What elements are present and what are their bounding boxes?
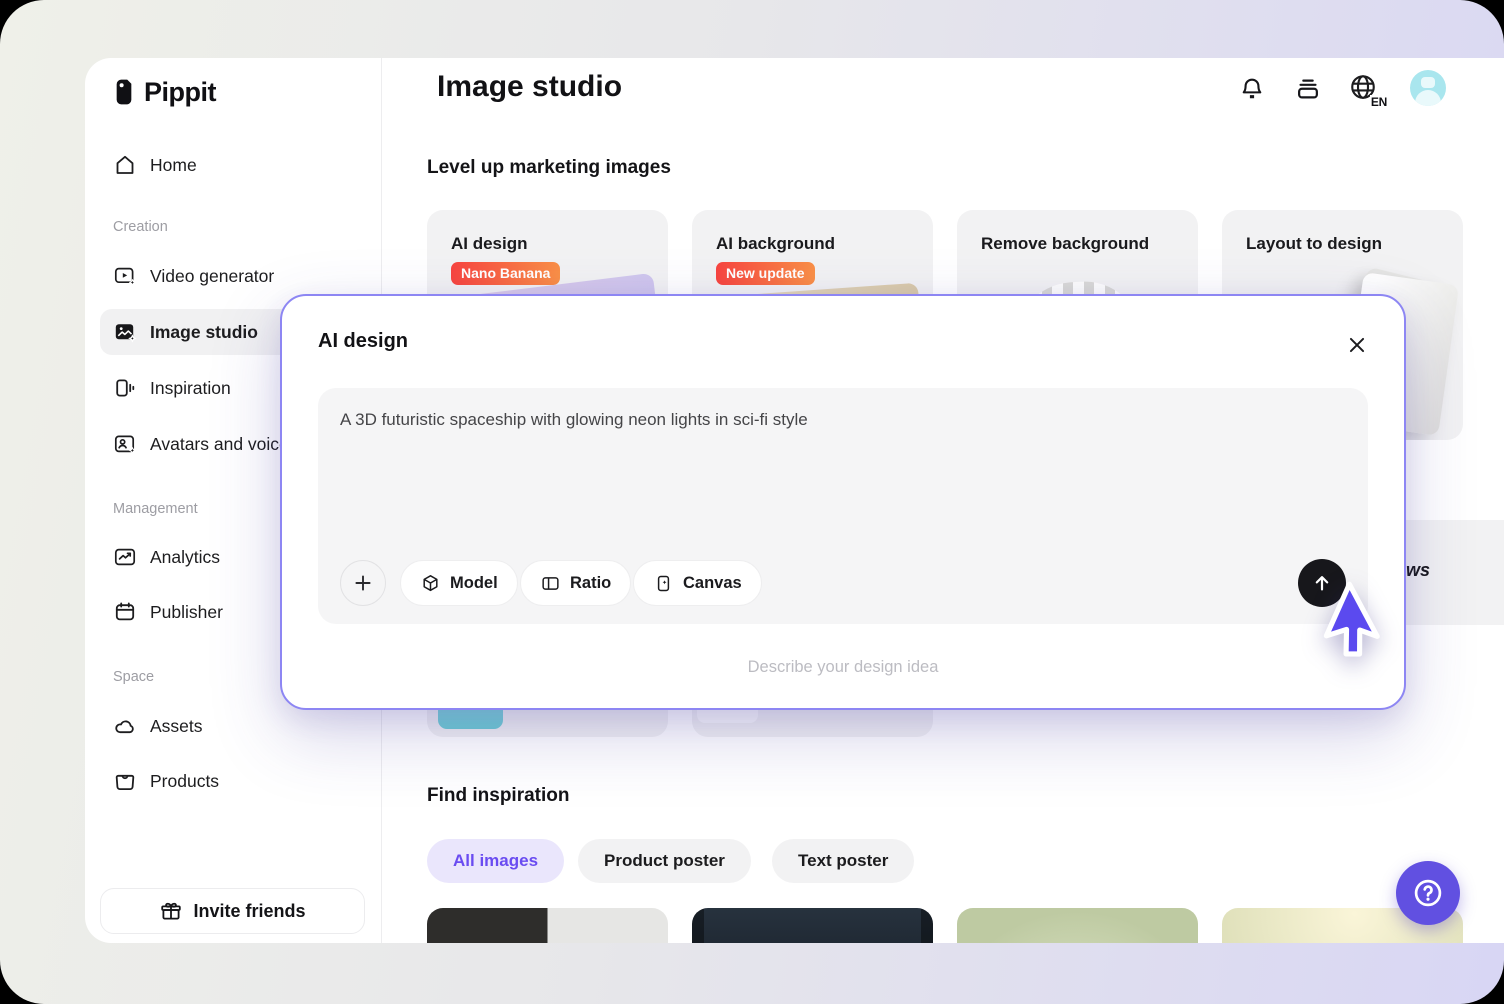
ratio-label: Ratio <box>570 574 611 593</box>
sidebar-item-label: Inspiration <box>150 378 231 399</box>
brand-name: Pippit <box>144 77 216 108</box>
close-icon <box>1344 332 1370 358</box>
modal-title: AI design <box>318 330 408 353</box>
drawer-button[interactable] <box>1294 75 1322 103</box>
card-badge: Nano Banana <box>451 262 560 285</box>
sidebar-item-label: Analytics <box>150 547 220 568</box>
pippit-logo-icon <box>113 77 135 107</box>
prompt-hint: Describe your design idea <box>282 658 1404 677</box>
partial-card-label: ws <box>1406 560 1430 581</box>
language-label: EN <box>1370 95 1388 109</box>
cloud-icon <box>113 714 137 738</box>
canvas-icon <box>653 573 674 594</box>
invite-friends-button[interactable]: Invite friends <box>100 888 365 934</box>
sidebar-group-space: Space <box>113 669 154 685</box>
screen: Pippit Home Creation Video generator Ima… <box>0 0 1504 1004</box>
avatar-figure <box>1421 77 1435 88</box>
inspiration-image[interactable] <box>427 908 668 943</box>
question-icon <box>1411 876 1445 910</box>
card-label: AI design <box>451 234 528 254</box>
ai-design-modal: AI design A 3D futuristic spaceship with… <box>280 294 1406 710</box>
publisher-icon <box>113 600 137 624</box>
sidebar-group-management: Management <box>113 501 198 517</box>
sidebar-item-assets[interactable]: Assets <box>100 708 366 744</box>
filter-label: Text poster <box>798 851 888 871</box>
notifications-button[interactable] <box>1238 75 1266 103</box>
close-button[interactable] <box>1344 332 1370 358</box>
model-label: Model <box>450 574 498 593</box>
model-button[interactable]: Model <box>400 560 518 606</box>
bell-icon <box>1238 75 1266 103</box>
ratio-icon <box>540 573 561 594</box>
sidebar-item-label: Home <box>150 155 197 176</box>
help-button[interactable] <box>1396 861 1460 925</box>
sidebar-item-label: Assets <box>150 716 203 737</box>
card-label: AI background <box>716 234 835 254</box>
cube-icon <box>420 573 441 594</box>
analytics-icon <box>113 545 137 569</box>
page-title: Image studio <box>437 70 622 104</box>
canvas-label: Canvas <box>683 574 742 593</box>
add-button[interactable] <box>340 560 386 606</box>
marketing-section-title: Level up marketing images <box>427 157 671 179</box>
sidebar-item-video-generator[interactable]: Video generator <box>100 258 366 294</box>
prompt-text: A 3D futuristic spaceship with glowing n… <box>340 408 1346 432</box>
canvas-button[interactable]: Canvas <box>633 560 762 606</box>
pippit-logo[interactable]: Pippit <box>113 72 216 112</box>
card-label: Layout to design <box>1246 234 1382 254</box>
drawer-icon <box>1294 75 1322 103</box>
avatars-icon <box>113 432 137 456</box>
sidebar-item-home[interactable]: Home <box>100 147 366 183</box>
sidebar-item-label: Publisher <box>150 602 223 623</box>
language-button[interactable]: EN <box>1348 72 1384 106</box>
sidebar-group-creation: Creation <box>113 219 168 235</box>
filter-text-poster[interactable]: Text poster <box>772 839 914 883</box>
home-icon <box>113 153 137 177</box>
arrow-up-icon <box>1310 571 1334 595</box>
invite-friends-label: Invite friends <box>193 901 305 922</box>
card-label: Remove background <box>981 234 1149 254</box>
filter-product-poster[interactable]: Product poster <box>578 839 751 883</box>
inspiration-icon <box>113 376 137 400</box>
sidebar-item-label: Image studio <box>150 322 258 343</box>
sidebar-item-label: Products <box>150 771 219 792</box>
filter-all-images[interactable]: All images <box>427 839 564 883</box>
sidebar-item-label: Video generator <box>150 266 274 287</box>
inspiration-image[interactable] <box>957 908 1198 943</box>
submit-button[interactable] <box>1298 559 1346 607</box>
inspiration-section-title: Find inspiration <box>427 785 570 807</box>
filter-label: All images <box>453 851 538 871</box>
plus-icon <box>351 571 375 595</box>
card-badge: New update <box>716 262 815 285</box>
sidebar-item-products[interactable]: Products <box>100 763 366 799</box>
image-studio-icon <box>113 320 137 344</box>
filter-label: Product poster <box>604 851 725 871</box>
shopping-bag-icon <box>113 769 137 793</box>
sidebar-item-label: Avatars and voices <box>150 434 298 455</box>
gift-icon <box>159 899 183 923</box>
avatar[interactable] <box>1410 70 1446 106</box>
ratio-button[interactable]: Ratio <box>520 560 631 606</box>
inspiration-image[interactable] <box>692 908 933 943</box>
video-generator-icon <box>113 264 137 288</box>
prompt-input[interactable]: A 3D futuristic spaceship with glowing n… <box>318 388 1368 624</box>
